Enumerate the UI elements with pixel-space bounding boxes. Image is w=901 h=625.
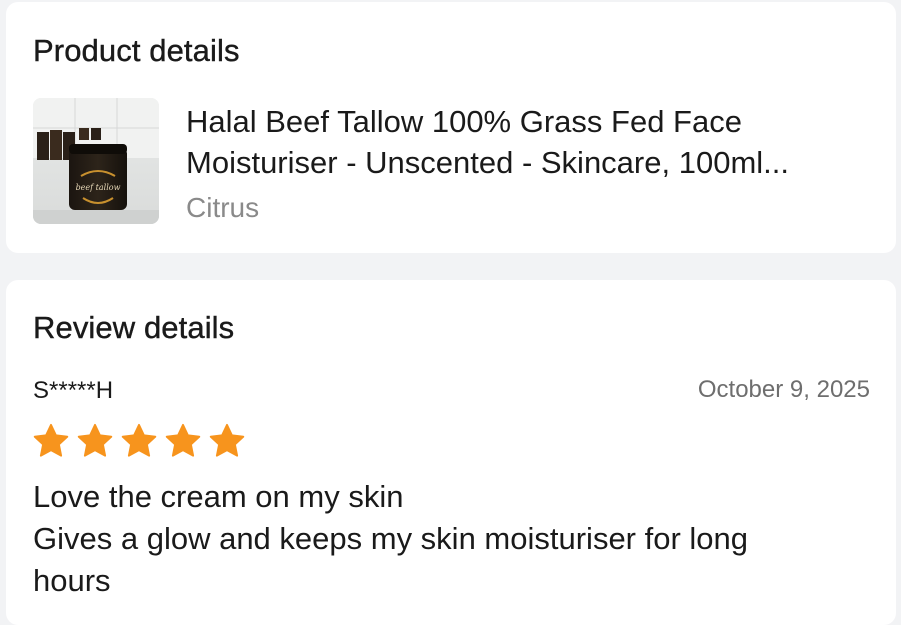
review-details-title: Review details xyxy=(33,310,235,345)
thumbnail-label: beef tallow xyxy=(76,183,121,192)
review-date: October 9, 2025 xyxy=(697,376,870,403)
product-details-title: Product details xyxy=(33,33,240,68)
product-image: beef tallow xyxy=(33,98,159,224)
product-name-line-1: Halal Beef Tallow 100% Grass Fed Face xyxy=(186,104,742,139)
seller-name: Citrus xyxy=(186,192,260,223)
product-thumbnail[interactable]: beef tallow xyxy=(33,98,159,224)
product-name[interactable]: Halal Beef Tallow 100% Grass Fed Face Mo… xyxy=(186,101,876,183)
star-icon xyxy=(33,423,69,457)
review-text-line-2: Gives a glow and keeps my skin moisturis… xyxy=(33,521,749,556)
review-details-card: Review details S*****H October 9, 2025 L… xyxy=(6,280,896,625)
star-rating xyxy=(32,422,246,460)
reviewer-name: S*****H xyxy=(33,377,114,404)
review-text-line-1: Love the cream on my skin xyxy=(33,479,404,514)
star-icon xyxy=(77,423,113,457)
star-icon xyxy=(165,423,201,457)
product-details-card: Product details beef tallow Halal Beef T… xyxy=(6,2,896,253)
product-name-line-2: Moisturiser - Unscented - Skincare, 100m… xyxy=(186,145,789,180)
star-icon xyxy=(209,423,245,457)
review-text-line-3: hours xyxy=(33,563,111,598)
review-text: Love the cream on my skin Gives a glow a… xyxy=(33,476,873,602)
star-icon xyxy=(121,423,157,457)
